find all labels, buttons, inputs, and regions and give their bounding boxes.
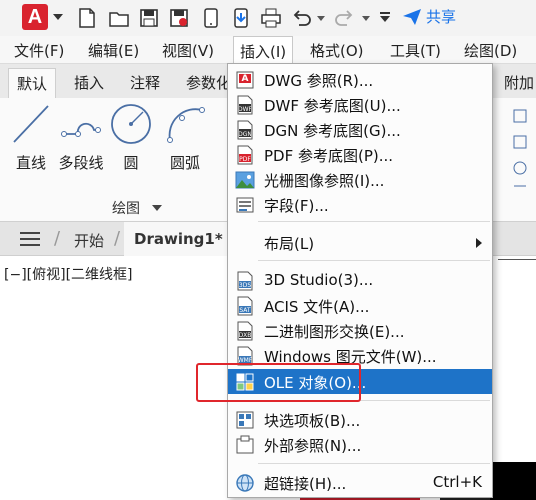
share-button[interactable]: 共享 <box>402 6 456 27</box>
quick-access-toolbar: A 共享 <box>0 0 536 36</box>
menu-item-dwg-reference[interactable]: A DWG 参照(R)... <box>228 67 492 92</box>
menu-file[interactable]: 文件(F) <box>14 40 64 61</box>
app-menu-caret-icon[interactable] <box>53 14 63 20</box>
menu-item-xref[interactable]: 外部参照(N)... <box>228 432 492 457</box>
open-web-mobile-icon[interactable] <box>200 7 222 29</box>
insert-dropdown-menu: A DWG 参照(R)... DWF DWF 参考底图(U)... DGN DG… <box>227 63 493 498</box>
circle-tool-button[interactable]: 圆 <box>104 100 158 173</box>
svg-text:PDF: PDF <box>239 156 251 163</box>
menu-item-raster-image[interactable]: 光栅图像参照(I)... <box>228 167 492 192</box>
3ds-icon: 3DS <box>237 271 253 291</box>
polyline-tool-label: 多段线 <box>58 154 104 172</box>
dwg-reference-icon: A <box>236 71 254 89</box>
menu-bar: 文件(F) 编辑(E) 视图(V) 插入(I) 格式(O) 工具(T) 绘图(D… <box>0 36 536 64</box>
menu-format[interactable]: 格式(O) <box>310 40 364 61</box>
draw-group-label: 绘图 <box>112 201 140 217</box>
menu-tools[interactable]: 工具(T) <box>390 40 441 61</box>
arc-tool-label: 圆弧 <box>169 154 200 172</box>
tab-drawing1[interactable]: Drawing1* <box>124 222 231 256</box>
submenu-arrow-icon <box>476 238 482 248</box>
tab-annotate[interactable]: 注释 <box>130 72 160 93</box>
menu-edit[interactable]: 编辑(E) <box>88 40 139 61</box>
new-file-icon[interactable] <box>76 7 98 29</box>
menu-item-dgn-underlay[interactable]: DGN DGN 参考底图(G)... <box>228 117 492 142</box>
save-to-web-icon[interactable] <box>230 7 252 29</box>
line-icon <box>13 105 49 143</box>
menu-item-windows-metafile[interactable]: WMF Windows 图元文件(W)... <box>228 343 492 368</box>
xref-icon <box>236 435 254 454</box>
menu-item-pdf-underlay[interactable]: PDF PDF 参考底图(P)... <box>228 142 492 167</box>
field-icon <box>236 197 254 213</box>
ribbon-right-tools-icon[interactable] <box>506 106 534 196</box>
line-tool-label: 直线 <box>15 154 46 172</box>
dwf-underlay-icon: DWF <box>237 95 253 115</box>
pdf-underlay-icon: PDF <box>237 145 253 165</box>
dgn-underlay-icon: DGN <box>237 120 253 140</box>
raster-image-icon <box>235 171 255 189</box>
sat-icon: SAT <box>237 296 253 316</box>
save-icon[interactable] <box>138 7 160 29</box>
undo-dropdown-icon[interactable] <box>317 16 325 21</box>
polyline-tool-button[interactable]: 多段线 <box>54 100 108 173</box>
svg-text:WMF: WMF <box>238 357 253 364</box>
svg-text:DGN: DGN <box>238 131 252 138</box>
menu-item-acis[interactable]: SAT ACIS 文件(A)... <box>228 293 492 318</box>
open-folder-icon[interactable] <box>108 7 130 29</box>
tab-parametric[interactable]: 参数化 <box>186 72 231 93</box>
tab-addons[interactable]: 附加 <box>504 72 534 93</box>
polyline-icon <box>61 122 101 137</box>
menu-item-dwf-underlay[interactable]: DWF DWF 参考底图(U)... <box>228 92 492 117</box>
redo-dropdown-icon[interactable] <box>362 16 370 21</box>
draw-group-expand-icon[interactable] <box>152 205 162 211</box>
menu-item-layout[interactable]: 布局(L) <box>228 230 492 255</box>
plot-printer-icon[interactable] <box>260 7 282 29</box>
menu-item-3d-studio[interactable]: 3DS 3D Studio(3)... <box>228 268 492 293</box>
tool-palette-icon <box>236 411 254 429</box>
redo-icon[interactable] <box>334 7 356 29</box>
app-logo[interactable]: A <box>22 4 48 30</box>
svg-text:DWF: DWF <box>238 106 253 113</box>
send-icon <box>403 8 421 25</box>
canvas-edge-line <box>498 259 536 269</box>
drawing-black-shape <box>490 462 536 500</box>
hamburger-menu-icon[interactable] <box>20 232 40 246</box>
undo-icon[interactable] <box>290 7 312 29</box>
save-as-icon[interactable] <box>168 7 190 29</box>
menu-item-hyperlink[interactable]: 超链接(H)... Ctrl+K <box>228 470 492 495</box>
tab-start[interactable]: 开始 <box>74 230 104 251</box>
hyperlink-icon <box>236 474 254 492</box>
circle-tool-label: 圆 <box>123 154 139 172</box>
svg-text:DXB: DXB <box>239 332 252 339</box>
dxb-icon: DXB <box>237 321 253 341</box>
svg-text:SAT: SAT <box>239 307 251 314</box>
menu-item-tool-palettes[interactable]: 块选项板(B)... <box>228 407 492 432</box>
wmf-icon: WMF <box>237 346 253 366</box>
share-label: 共享 <box>426 8 457 26</box>
line-tool-button[interactable]: 直线 <box>4 100 58 173</box>
arc-tool-button[interactable]: 圆弧 <box>158 100 212 173</box>
viewport-controls[interactable]: [−][俯视][二维线框] <box>4 264 133 284</box>
circle-icon <box>111 104 151 144</box>
svg-text:3DS: 3DS <box>239 282 251 289</box>
menu-item-ole-object[interactable]: OLE 对象(O)... <box>228 369 492 394</box>
menu-draw[interactable]: 绘图(D) <box>464 40 517 61</box>
customize-toolbar-icon[interactable] <box>380 12 390 14</box>
menu-item-binary-exchange[interactable]: DXB 二进制图形交换(E)... <box>228 318 492 343</box>
ole-object-icon <box>236 373 254 391</box>
arc-icon <box>167 107 205 143</box>
hyperlink-shortcut: Ctrl+K <box>432 473 482 491</box>
menu-insert[interactable]: 插入(I) <box>233 36 294 64</box>
menu-view[interactable]: 视图(V) <box>162 40 214 61</box>
svg-text:A: A <box>242 74 249 84</box>
menu-item-field[interactable]: 字段(F)... <box>228 192 492 217</box>
tab-default[interactable]: 默认 <box>8 68 57 98</box>
tab-insert[interactable]: 插入 <box>74 72 104 93</box>
